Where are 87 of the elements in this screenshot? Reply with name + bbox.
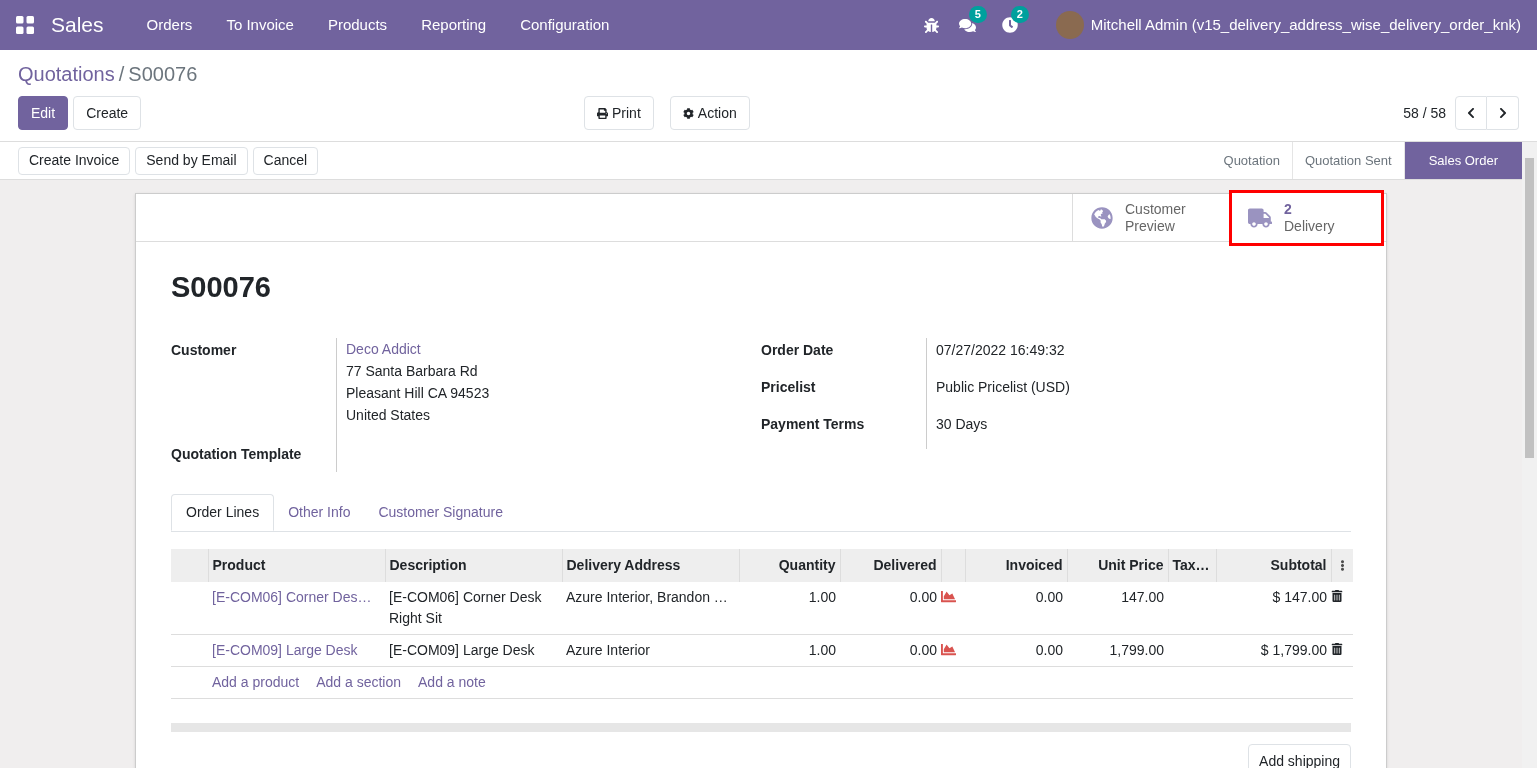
address-line: United States: [346, 405, 432, 425]
field-value: 30 Days: [926, 411, 988, 449]
forecast-chart-icon[interactable]: [941, 641, 956, 657]
table-cell: 1.00: [739, 581, 840, 634]
forecast-chart-icon[interactable]: [941, 588, 956, 604]
field-label: Quotation Template: [171, 444, 303, 464]
menu-item[interactable]: Reporting: [404, 13, 504, 37]
truck-icon: [1248, 206, 1272, 230]
table-cell: 1.00: [739, 634, 840, 666]
column-header[interactable]: Product: [208, 548, 385, 582]
edit-button[interactable]: Edit: [18, 96, 69, 130]
smart-button-label: Customer Preview: [1125, 200, 1187, 235]
next-button[interactable]: [1487, 96, 1519, 130]
product-cell[interactable]: [E-COM09] Large Desk: [208, 634, 385, 666]
address-line: 77 Santa Barbara Rd: [346, 361, 479, 381]
table-cell: 147.00: [1067, 581, 1168, 634]
header-button[interactable]: Create Invoice: [18, 146, 131, 175]
menu-item[interactable]: Configuration: [503, 13, 627, 37]
table-cell: 1,799.00: [1067, 634, 1168, 666]
field-value: Public Pricelist (USD): [926, 374, 1070, 412]
column-header[interactable]: Tax…: [1168, 548, 1216, 582]
add-line-link[interactable]: Add a section: [316, 671, 401, 693]
table-cell: 0.00: [965, 581, 1067, 634]
create-button[interactable]: Create: [73, 96, 142, 130]
previous-button[interactable]: [1455, 96, 1487, 130]
table-cell: 0.00: [965, 634, 1067, 666]
breadcrumb-separator: /: [118, 62, 125, 87]
message-count: 5: [968, 5, 987, 23]
column-header[interactable]: Invoiced: [965, 548, 1067, 582]
status-step[interactable]: Sales Order: [1404, 142, 1522, 179]
delivery-count: 2: [1284, 201, 1293, 218]
action-button[interactable]: Action: [669, 96, 750, 130]
table-cell: 0.00: [840, 581, 941, 634]
menu-item[interactable]: To Invoice: [209, 13, 311, 37]
column-header[interactable]: Subtotal: [1216, 548, 1331, 582]
field-label: Order Date: [761, 340, 835, 360]
column-header[interactable]: Unit Price: [1067, 548, 1168, 582]
bug-icon[interactable]: [923, 17, 939, 33]
breadcrumb-current: S00076: [128, 62, 198, 87]
address-line: Pleasant Hill CA 94523: [346, 383, 490, 403]
column-header[interactable]: Description: [385, 548, 562, 582]
printer-icon: [597, 107, 608, 119]
table-cell: Azure Interior, Brandon …: [562, 581, 739, 634]
avatar: [1055, 11, 1084, 39]
print-button[interactable]: Print: [584, 96, 654, 130]
form-tab[interactable]: Other Info: [274, 493, 365, 531]
table-cell: [E-COM09] Large Desk: [385, 634, 562, 666]
app-name[interactable]: Sales: [51, 9, 104, 41]
add-line-link[interactable]: Add a product: [212, 671, 300, 693]
smart-button-label: Delivery: [1284, 218, 1335, 235]
chevron-left-icon: [1465, 107, 1477, 119]
field-value: 07/27/2022 16:49:32: [926, 337, 1065, 375]
table-cell: $ 147.00: [1216, 581, 1331, 634]
clock-icon[interactable]: [1001, 17, 1018, 33]
order-title: S00076: [171, 270, 272, 305]
column-header[interactable]: Delivery Address: [562, 548, 739, 582]
add-line-link[interactable]: Add a note: [418, 671, 486, 693]
table-cell: Azure Interior: [562, 634, 739, 666]
product-cell[interactable]: [E-COM06] Corner Des…: [208, 581, 385, 634]
user-name[interactable]: Mitchell Admin (v15_delivery_address_wise_delivery_order_knk): [1090, 13, 1521, 37]
pager-value: 58 / 58: [1403, 103, 1446, 123]
column-options-button[interactable]: [1331, 548, 1353, 582]
field-label: Pricelist: [761, 377, 817, 397]
menu-item[interactable]: Orders: [129, 13, 210, 37]
trash-icon[interactable]: [1331, 589, 1343, 602]
field-label: Payment Terms: [761, 414, 866, 434]
form-tab[interactable]: Customer Signature: [364, 493, 517, 531]
field-label: Customer: [171, 340, 238, 360]
header-button[interactable]: Send by Email: [135, 146, 248, 175]
gear-icon: [682, 107, 694, 119]
table-cell: 0.00: [840, 634, 941, 666]
activity-count: 2: [1010, 6, 1029, 23]
customer-link[interactable]: Deco Addict: [346, 337, 490, 360]
globe-icon: [1091, 206, 1113, 229]
table-cell: [E-COM06] Corner Desk Right Sit: [385, 581, 562, 634]
column-header[interactable]: Quantity: [739, 548, 840, 582]
delivery-smart-button[interactable]: 2 Delivery: [1229, 190, 1384, 246]
table-cell: $ 1,799.00: [1216, 634, 1331, 666]
form-tab[interactable]: Order Lines: [171, 493, 275, 531]
header-button[interactable]: Cancel: [252, 146, 319, 175]
menu-item[interactable]: Products: [310, 13, 405, 37]
apps-grid-icon[interactable]: [16, 16, 34, 34]
trash-icon[interactable]: [1331, 642, 1343, 655]
add-shipping-button[interactable]: Add shipping: [1248, 743, 1351, 768]
breadcrumb-link[interactable]: Quotations: [18, 61, 115, 87]
chat-icon[interactable]: [958, 16, 976, 34]
column-header[interactable]: Delivered: [840, 548, 941, 582]
